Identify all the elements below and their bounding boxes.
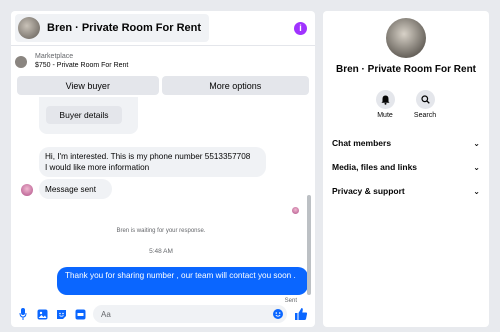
panel-title: Bren · Private Room For Rent: [335, 64, 477, 75]
mute-button[interactable]: Mute: [365, 90, 405, 119]
bell-icon: [375, 90, 395, 109]
buyer-card: Buyer details: [39, 97, 138, 134]
section-label: Media, files and links: [332, 162, 418, 172]
outgoing-message: Thank you for sharing number , our team …: [57, 267, 308, 295]
chat-header: Bren · Private Room For Rent i: [11, 11, 315, 45]
more-options-button[interactable]: More options: [161, 76, 309, 95]
info-icon[interactable]: i: [294, 21, 307, 35]
section-privacy-support[interactable]: Privacy & support ⌄: [332, 186, 480, 196]
thumbs-up-icon[interactable]: [294, 307, 308, 321]
search-label: Search: [413, 112, 437, 119]
conversation-title-chip[interactable]: Bren · Private Room For Rent: [15, 14, 210, 42]
chevron-down-icon: ⌄: [473, 186, 480, 196]
listing-thumbnail: [15, 55, 27, 68]
section-media-files-links[interactable]: Media, files and links ⌄: [332, 162, 480, 172]
message-timestamp: 5:48 AM: [149, 248, 173, 255]
listing-actions: View buyer More options: [11, 72, 315, 95]
search-icon: [415, 90, 435, 109]
buyer-details-button[interactable]: Buyer details: [46, 106, 122, 124]
marketplace-label: Marketplace: [35, 53, 74, 60]
chevron-down-icon: ⌄: [473, 162, 480, 172]
section-chat-members[interactable]: Chat members ⌄: [332, 138, 480, 148]
sender-avatar: [21, 184, 33, 196]
message-placeholder: Aa: [101, 309, 111, 319]
gif-icon[interactable]: [74, 308, 86, 320]
message-line: I would like more information: [45, 163, 150, 172]
conversation-title: Bren · Private Room For Rent: [47, 22, 202, 34]
sticker-icon[interactable]: [55, 308, 67, 320]
listing-price-title: $750 - Private Room For Rent: [35, 62, 129, 69]
search-button[interactable]: Search: [405, 90, 445, 119]
message-line: Hi, I'm interested. This is my phone num…: [45, 152, 251, 161]
view-buyer-button[interactable]: View buyer: [17, 76, 159, 95]
emoji-icon[interactable]: [273, 309, 283, 319]
read-receipt-avatar: [292, 207, 299, 214]
incoming-message: Message sent: [39, 179, 112, 199]
listing-avatar: [18, 17, 40, 39]
message-composer: Aa: [11, 301, 315, 327]
message-input[interactable]: Aa: [93, 305, 287, 323]
conversation-info-panel: Bren · Private Room For Rent Mute Search…: [323, 11, 489, 327]
photo-icon[interactable]: [36, 308, 48, 320]
marketplace-listing[interactable]: Marketplace $750 - Private Room For Rent: [11, 46, 315, 72]
section-label: Chat members: [332, 138, 392, 148]
incoming-message: Hi, I'm interested. This is my phone num…: [39, 147, 266, 177]
mute-label: Mute: [377, 112, 393, 119]
waiting-notice: Bren is waiting for your response.: [116, 228, 206, 234]
conversation-avatar: [386, 18, 426, 58]
message-list: Buyer details Hi, I'm interested. This i…: [11, 97, 315, 304]
message-scrollbar[interactable]: [307, 195, 311, 295]
section-label: Privacy & support: [332, 186, 405, 196]
microphone-icon[interactable]: [17, 308, 29, 320]
chat-window: Bren · Private Room For Rent i Marketpla…: [11, 11, 315, 327]
chevron-down-icon: ⌄: [473, 138, 480, 148]
